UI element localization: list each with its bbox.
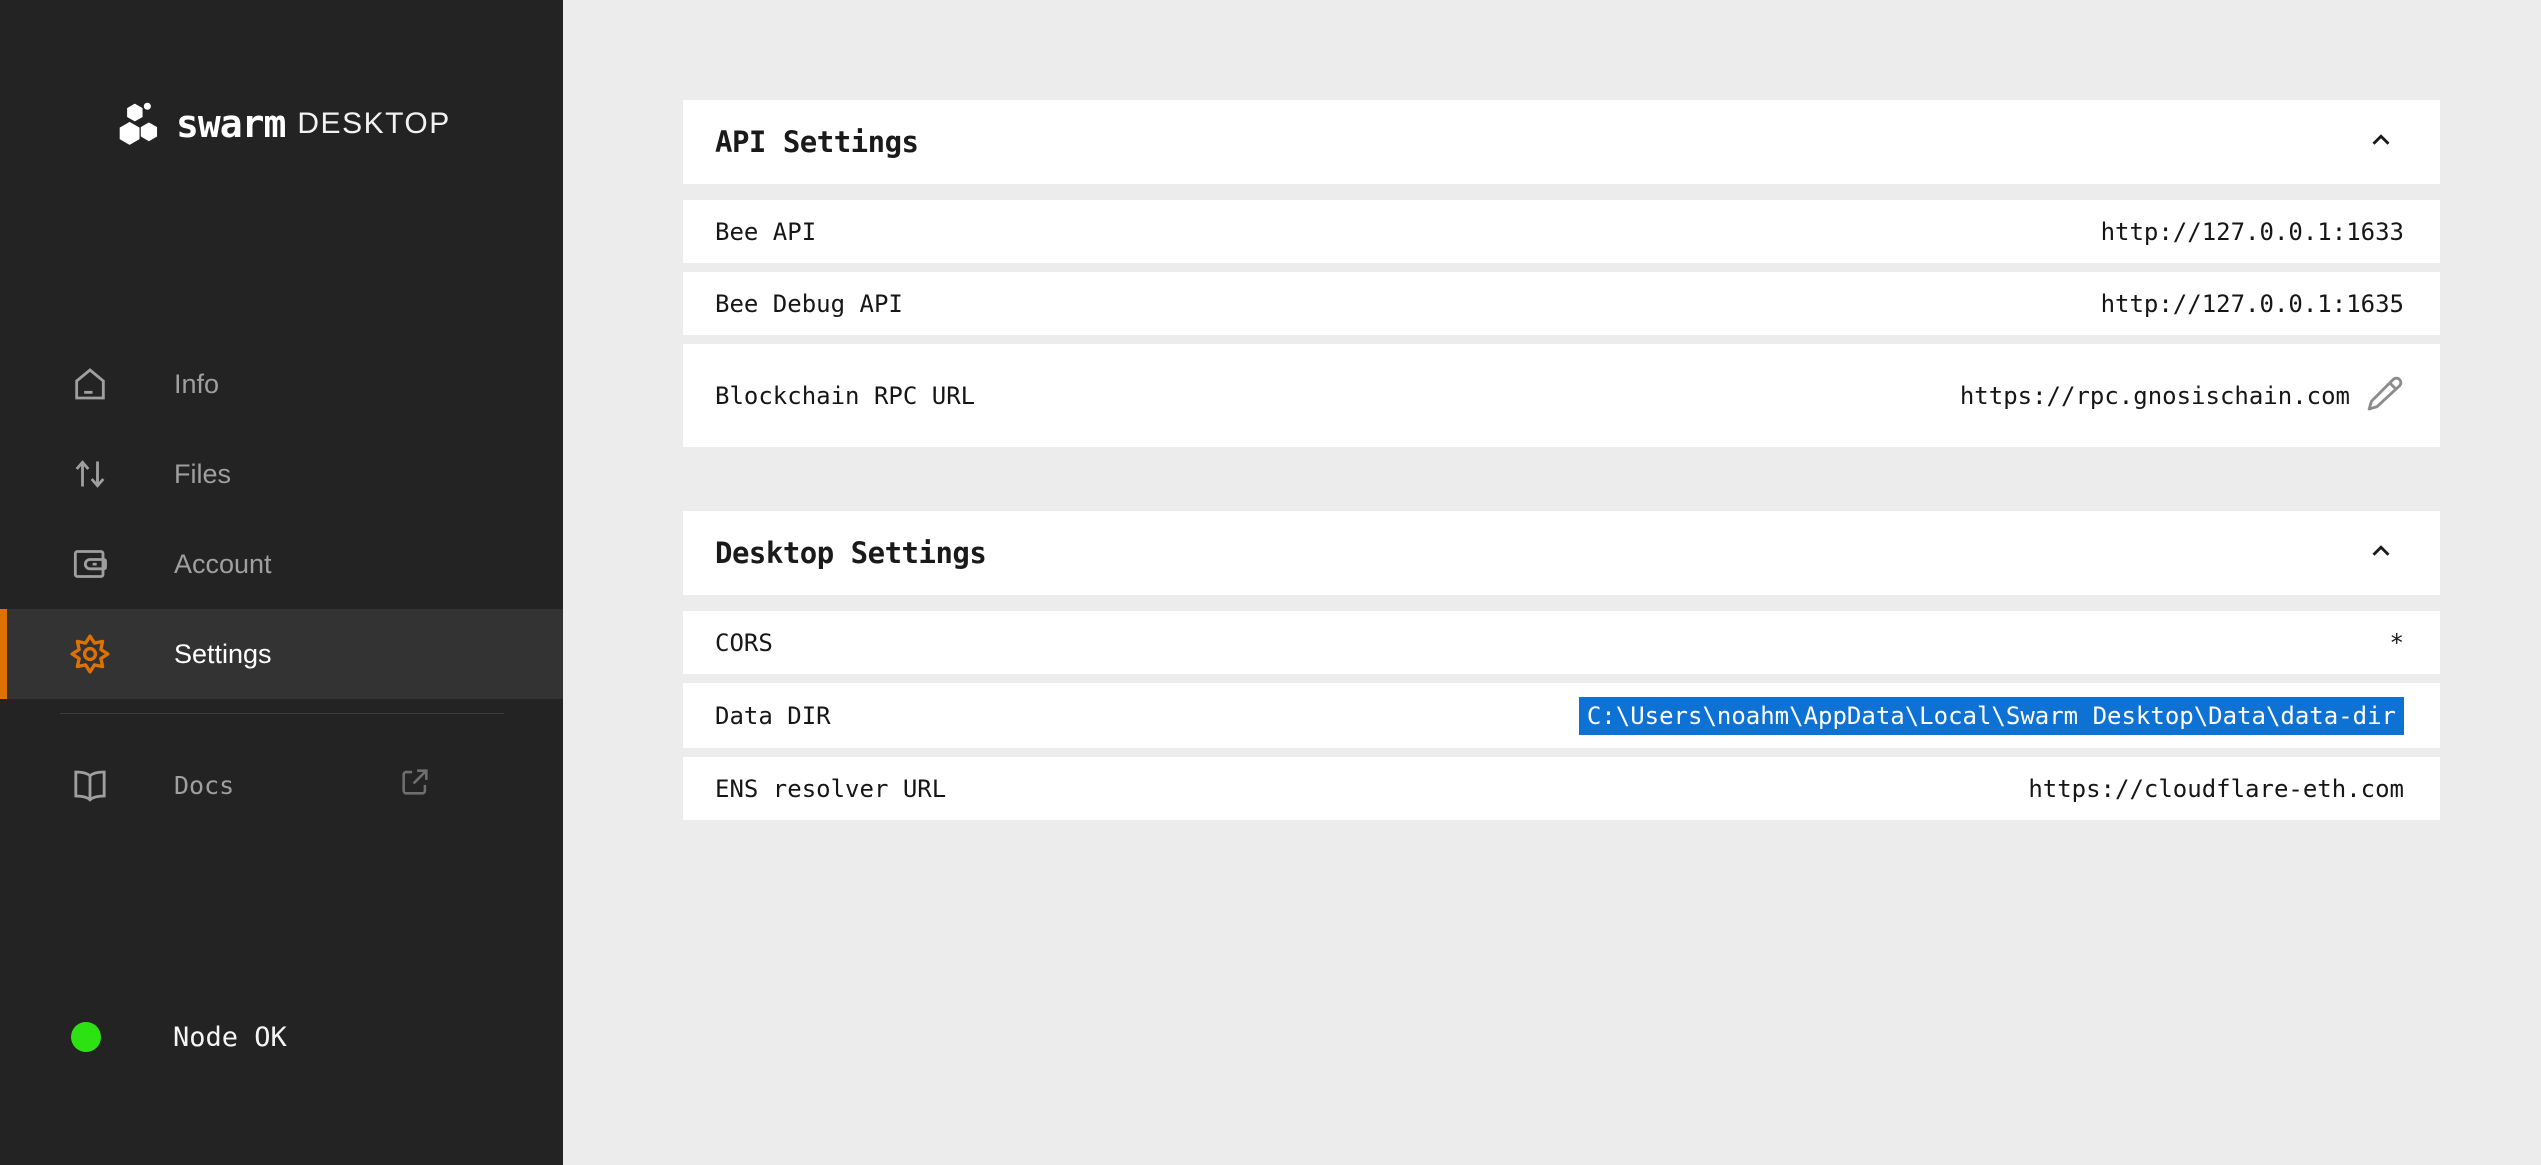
status-dot — [71, 1022, 101, 1052]
edit-button[interactable] — [2366, 375, 2404, 416]
row-value: http://127.0.0.1:1633 — [2101, 218, 2404, 246]
brand-name: swarm — [176, 102, 285, 146]
sidebar-item-files[interactable]: Files — [0, 429, 563, 519]
section-desktop-settings: Desktop Settings CORS * Data DIR C:\User… — [683, 511, 2440, 820]
setting-row-ens-resolver-url: ENS resolver URL https://cloudflare-eth.… — [683, 757, 2440, 820]
sidebar: swarm DESKTOP Info — [0, 0, 563, 1165]
section-title: API Settings — [715, 125, 919, 159]
swarm-logo: swarm DESKTOP — [118, 100, 451, 148]
section-header[interactable]: API Settings — [683, 100, 2440, 184]
swarm-logo-icon — [118, 100, 160, 148]
setting-row-blockchain-rpc-url: Blockchain RPC URL https://rpc.gnosischa… — [683, 344, 2440, 447]
row-label: Bee Debug API — [715, 290, 903, 318]
row-value: http://127.0.0.1:1635 — [2101, 290, 2404, 318]
app-window: swarm DESKTOP Info — [0, 0, 2541, 1165]
section-header[interactable]: Desktop Settings — [683, 511, 2440, 595]
section-api-settings: API Settings Bee API http://127.0.0.1:16… — [683, 100, 2440, 447]
home-icon — [69, 363, 111, 405]
transfer-arrows-icon — [69, 453, 111, 495]
row-value-selected[interactable]: C:\Users\noahm\AppData\Local\Swarm Deskt… — [1579, 697, 2404, 735]
node-status: Node OK — [0, 1000, 563, 1074]
sidebar-item-info[interactable]: Info — [0, 339, 563, 429]
row-label: Blockchain RPC URL — [715, 382, 975, 410]
setting-row-cors: CORS * — [683, 611, 2440, 674]
book-icon — [69, 764, 111, 806]
pencil-icon — [2366, 375, 2404, 416]
row-label: Data DIR — [715, 702, 831, 730]
sidebar-item-label: Account — [174, 549, 272, 580]
sidebar-item-docs[interactable]: Docs — [0, 740, 563, 830]
chevron-up-icon[interactable] — [2366, 125, 2396, 159]
row-value: https://cloudflare-eth.com — [2028, 775, 2404, 803]
section-title: Desktop Settings — [715, 536, 986, 570]
setting-row-bee-api: Bee API http://127.0.0.1:1633 — [683, 200, 2440, 263]
wallet-icon — [69, 543, 111, 585]
main-content: API Settings Bee API http://127.0.0.1:16… — [563, 0, 2541, 1165]
sidebar-item-account[interactable]: Account — [0, 519, 563, 609]
brand-suffix: DESKTOP — [297, 107, 450, 141]
status-label: Node OK — [173, 1022, 287, 1053]
row-label: Bee API — [715, 218, 816, 246]
sidebar-nav: Info Files — [0, 339, 563, 699]
row-value: https://rpc.gnosischain.com — [1960, 382, 2350, 410]
row-label: ENS resolver URL — [715, 775, 946, 803]
row-value: * — [2390, 629, 2404, 657]
sidebar-item-label: Settings — [174, 639, 272, 670]
chevron-up-icon[interactable] — [2366, 536, 2396, 570]
sidebar-item-label: Docs — [174, 771, 234, 800]
gear-icon — [69, 633, 111, 675]
setting-row-data-dir: Data DIR C:\Users\noahm\AppData\Local\Sw… — [683, 683, 2440, 748]
sidebar-divider — [60, 713, 504, 714]
setting-row-bee-debug-api: Bee Debug API http://127.0.0.1:1635 — [683, 272, 2440, 335]
sidebar-item-settings[interactable]: Settings — [0, 609, 563, 699]
sidebar-item-label: Files — [174, 459, 231, 490]
row-label: CORS — [715, 629, 773, 657]
sidebar-item-label: Info — [174, 369, 219, 400]
external-link-icon — [398, 765, 432, 805]
